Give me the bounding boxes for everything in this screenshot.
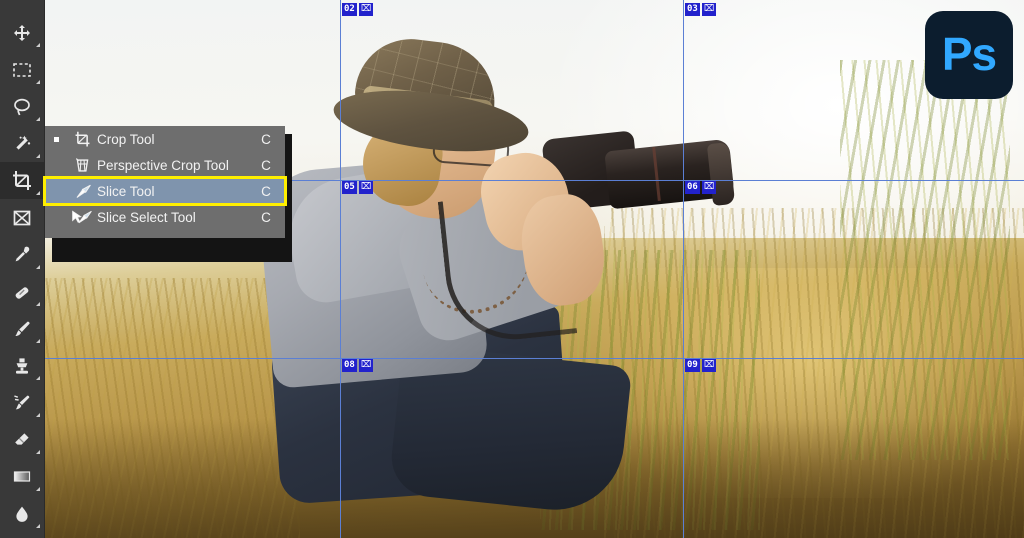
slice-type-icon: ⌧ — [358, 3, 374, 16]
slice-number: 05 — [342, 181, 357, 194]
slice-number: 02 — [342, 3, 357, 16]
slice-badge[interactable]: 05 ⌧ — [342, 181, 374, 194]
frame-icon — [13, 210, 31, 225]
photoshop-canvas-screen: 01⌧02⌧03⌧04⌧05⌧06⌧07⌧08⌧09⌧ — [0, 0, 1024, 538]
history-brush-icon — [14, 394, 30, 409]
slice-select-icon — [67, 209, 97, 226]
flyout-corner-icon — [36, 339, 40, 343]
menu-item-label: Perspective Crop Tool — [97, 157, 229, 173]
slice-guide-vertical[interactable] — [340, 0, 341, 538]
flyout-corner-icon — [36, 154, 40, 158]
eraser-icon — [15, 432, 29, 445]
slice-type-icon: ⌧ — [358, 181, 374, 194]
move-icon — [14, 24, 30, 41]
slice-type-icon: ⌧ — [701, 359, 717, 372]
slice-badge[interactable]: 09 ⌧ — [685, 359, 717, 372]
menu-item-crop-tool[interactable]: Crop Tool C — [45, 126, 285, 152]
tool-magic-wand[interactable] — [0, 125, 44, 162]
slice-number: 06 — [685, 181, 700, 194]
magic-wand-icon — [16, 135, 31, 150]
tools-panel[interactable] — [0, 0, 45, 538]
slice-number: 03 — [685, 3, 700, 16]
flyout-corner-icon — [36, 450, 40, 454]
clone-stamp-icon — [16, 357, 28, 374]
menu-item-perspective-crop-tool[interactable]: Perspective Crop Tool C — [45, 152, 285, 178]
flyout-corner-icon — [36, 265, 40, 269]
menu-item-label: Crop Tool — [97, 131, 155, 147]
flyout-corner-icon — [36, 413, 40, 417]
marquee-icon — [13, 62, 31, 77]
tool-gradient[interactable] — [0, 458, 44, 495]
slice-badge[interactable]: 03 ⌧ — [685, 3, 717, 16]
menu-item-shortcut: C — [261, 157, 271, 173]
healing-brush-icon — [15, 286, 29, 299]
slice-badge[interactable]: 06 ⌧ — [685, 181, 717, 194]
tool-frame[interactable] — [0, 199, 44, 236]
flyout-corner-icon — [36, 302, 40, 306]
hat-brim — [330, 81, 532, 161]
crop-icon — [13, 170, 31, 190]
flyout-corner-icon — [36, 80, 40, 84]
tool-eyedropper[interactable] — [0, 236, 44, 273]
photoshop-logo: Ps — [925, 11, 1013, 99]
perspective-crop-icon — [67, 157, 97, 174]
tool-clone-stamp[interactable] — [0, 347, 44, 384]
bush-right — [840, 60, 1010, 460]
blur-drop-icon — [16, 506, 28, 522]
slice-number: 08 — [342, 359, 357, 372]
photographer-subject — [255, 25, 736, 538]
gradient-icon — [13, 470, 31, 482]
tool-lasso[interactable] — [0, 88, 44, 125]
slice-badge[interactable]: 02 ⌧ — [342, 3, 374, 16]
tool-spot-healing-brush[interactable] — [0, 273, 44, 310]
menu-item-shortcut: C — [261, 131, 271, 147]
tool-blur[interactable] — [0, 495, 44, 532]
eyedropper-icon — [15, 246, 30, 261]
document-canvas[interactable] — [0, 0, 1024, 538]
tool-rectangular-marquee[interactable] — [0, 51, 44, 88]
current-tool-marker — [45, 136, 67, 142]
lasso-icon — [14, 98, 30, 115]
slice-type-icon: ⌧ — [701, 181, 717, 194]
slice-type-icon: ⌧ — [358, 359, 374, 372]
flyout-corner-icon — [36, 524, 40, 528]
brush-icon — [15, 321, 30, 336]
tool-eraser[interactable] — [0, 421, 44, 458]
flyout-corner-icon — [36, 191, 40, 195]
menu-item-shortcut: C — [261, 209, 271, 225]
tool-crop[interactable] — [0, 162, 44, 199]
tool-history-brush[interactable] — [0, 384, 44, 421]
tool-brush[interactable] — [0, 310, 44, 347]
hat — [330, 32, 532, 161]
slice-guide-horizontal[interactable] — [0, 358, 1024, 359]
photoshop-logo-text: Ps — [941, 28, 997, 80]
crop-tool-flyout[interactable]: Crop Tool C Perspective Crop Tool C Slice To… — [43, 126, 287, 238]
menu-item-label: Slice Select Tool — [97, 209, 196, 225]
flyout-corner-icon — [36, 117, 40, 121]
menu-item-slice-tool[interactable]: Slice Tool C — [43, 176, 287, 206]
slice-badge[interactable]: 08 ⌧ — [342, 359, 374, 372]
flyout-corner-icon — [36, 487, 40, 491]
slice-type-icon: ⌧ — [701, 3, 717, 16]
menu-item-slice-select-tool[interactable]: Slice Select Tool C — [45, 204, 285, 230]
tool-dodge[interactable] — [0, 532, 44, 538]
flyout-corner-icon — [36, 376, 40, 380]
menu-item-label: Slice Tool — [97, 183, 155, 199]
slice-guide-vertical[interactable] — [683, 0, 684, 538]
menu-item-shortcut: C — [261, 183, 271, 199]
crop-icon — [67, 131, 97, 148]
tool-move[interactable] — [0, 14, 44, 51]
slice-number: 09 — [685, 359, 700, 372]
slice-knife-icon — [67, 183, 97, 200]
flyout-corner-icon — [36, 43, 40, 47]
